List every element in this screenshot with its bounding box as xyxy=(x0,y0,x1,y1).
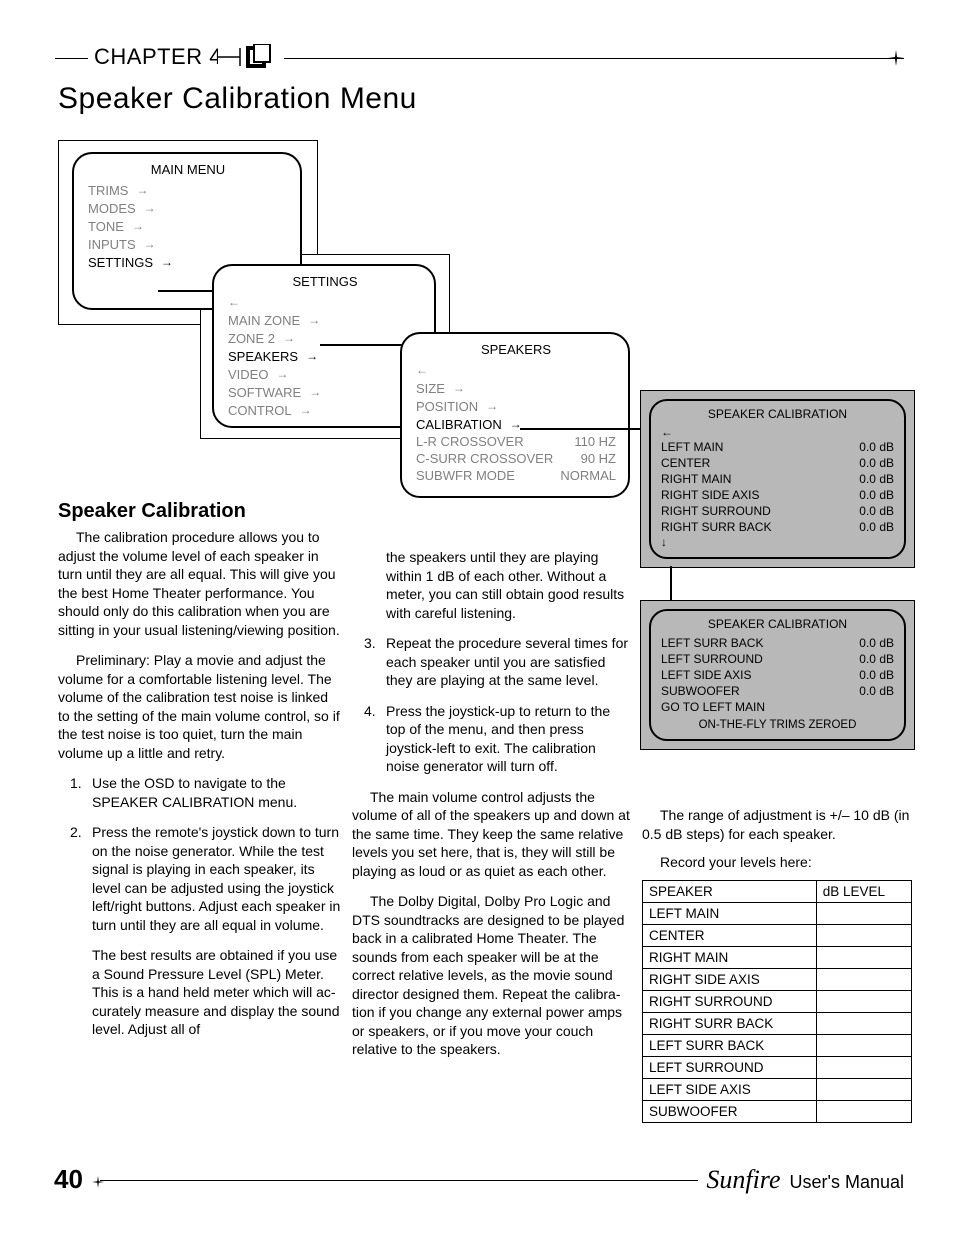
speakers-item[interactable]: C-SURR CROSSOVER90 HZ xyxy=(416,450,616,467)
arrow-right-icon xyxy=(302,347,318,365)
calibration-row[interactable]: RIGHT SURR BACK0.0 dB xyxy=(661,519,894,535)
calibration-row[interactable]: SUBWOOFER0.0 dB xyxy=(661,683,894,699)
body-step: 1.Use the OSD to navigate to the SPEAKER… xyxy=(92,774,341,811)
arrow-right-icon xyxy=(140,235,156,253)
levels-table: SPEAKER dB LEVEL LEFT MAIN CENTER RIGHT … xyxy=(642,880,912,1123)
chapter-label: CHAPTER 4 xyxy=(88,44,228,70)
calibration-row[interactable]: RIGHT MAIN0.0 dB xyxy=(661,471,894,487)
speakers-item[interactable]: L-R CROSSOVER110 HZ xyxy=(416,433,616,450)
settings-item[interactable]: CONTROL xyxy=(228,401,422,419)
speakers-back[interactable] xyxy=(416,361,616,379)
chapter-ornament xyxy=(218,44,284,70)
settings-item[interactable]: SOFTWARE xyxy=(228,383,422,401)
settings-back[interactable] xyxy=(228,293,422,311)
arrow-right-icon xyxy=(132,181,148,199)
arrow-right-icon xyxy=(128,217,144,235)
body-paragraph: The best results are obtained if you use… xyxy=(92,946,341,1039)
calibration-row[interactable]: LEFT MAIN0.0 dB xyxy=(661,439,894,455)
record-note: Record your levels here: xyxy=(642,853,912,872)
calibration-row[interactable]: GO TO LEFT MAIN xyxy=(661,699,894,715)
arrow-right-icon xyxy=(304,311,320,329)
arrow-right-icon xyxy=(305,383,321,401)
connector-line xyxy=(158,290,220,292)
arrow-left-icon xyxy=(228,293,244,311)
body-column-2: the speakers until they are playing with… xyxy=(352,548,632,1071)
arrow-left-icon xyxy=(661,425,677,439)
table-header: SPEAKER xyxy=(643,880,817,902)
main-menu-item[interactable]: TONE xyxy=(88,217,288,235)
calibration-title: SPEAKER CALIBRATION xyxy=(661,407,894,421)
table-row: LEFT SURR BACK xyxy=(643,1034,912,1056)
arrow-right-icon xyxy=(157,253,173,271)
body-paragraph: The Dolby Digital, Dolby Pro Logic and D… xyxy=(352,892,632,1059)
table-row: RIGHT SURROUND xyxy=(643,990,912,1012)
main-menu-title: MAIN MENU xyxy=(88,162,288,177)
calibration-row[interactable]: RIGHT SURROUND0.0 dB xyxy=(661,503,894,519)
connector-line xyxy=(670,566,672,600)
body-paragraph: the speakers until they are playing with… xyxy=(352,548,632,622)
brand-logo: Sunfire xyxy=(706,1165,784,1194)
page-title: Speaker Calibration Menu xyxy=(58,82,417,116)
main-menu-item[interactable]: TRIMS xyxy=(88,181,288,199)
settings-title: SETTINGS xyxy=(228,274,422,289)
connector-line xyxy=(520,428,646,430)
star-ornament-icon xyxy=(888,50,904,66)
manual-label: User's Manual xyxy=(790,1172,904,1192)
settings-item[interactable]: MAIN ZONE xyxy=(228,311,422,329)
arrow-right-icon xyxy=(272,365,288,383)
table-row: LEFT MAIN xyxy=(643,902,912,924)
footer-brand: Sunfire User's Manual xyxy=(698,1165,904,1195)
table-row: SUBWOOFER xyxy=(643,1100,912,1122)
star-ornament-icon xyxy=(92,1175,104,1187)
arrow-right-icon xyxy=(506,415,522,433)
speakers-item[interactable]: SUBWFR MODENORMAL xyxy=(416,467,616,484)
arrow-right-icon xyxy=(296,401,312,419)
table-header: dB LEVEL xyxy=(816,880,911,902)
body-column-1: The calibration procedure allows you to … xyxy=(58,528,341,1051)
settings-item[interactable]: VIDEO xyxy=(228,365,422,383)
main-menu-item[interactable]: INPUTS xyxy=(88,235,288,253)
calibration-panel-1: SPEAKER CALIBRATION LEFT MAIN0.0 dB CENT… xyxy=(640,390,915,568)
table-row: CENTER xyxy=(643,924,912,946)
speakers-item-calibration[interactable]: CALIBRATION xyxy=(416,415,616,433)
table-row: LEFT SURROUND xyxy=(643,1056,912,1078)
calibration-panel-2: SPEAKER CALIBRATION LEFT SURR BACK0.0 dB… xyxy=(640,600,915,750)
table-row: RIGHT SURR BACK xyxy=(643,1012,912,1034)
connector-line xyxy=(320,344,406,346)
speakers-title: SPEAKERS xyxy=(416,342,616,357)
calibration-row[interactable]: LEFT SURR BACK0.0 dB xyxy=(661,635,894,651)
main-menu-item[interactable]: MODES xyxy=(88,199,288,217)
calibration-row[interactable]: LEFT SIDE AXIS0.0 dB xyxy=(661,667,894,683)
speakers-item[interactable]: POSITION xyxy=(416,397,616,415)
page-number: 40 xyxy=(54,1164,89,1195)
calibration-row[interactable]: RIGHT SIDE AXIS0.0 dB xyxy=(661,487,894,503)
body-step: 4.Press the joystick-up to return to the… xyxy=(386,702,632,776)
arrow-right-icon xyxy=(482,397,498,415)
body-column-3: The range of adjustment is +/– 10 dB (in… xyxy=(642,806,912,1123)
range-note: The range of adjustment is +/– 10 dB (in… xyxy=(642,806,912,843)
arrow-right-icon xyxy=(279,329,295,347)
calibration-title: SPEAKER CALIBRATION xyxy=(661,617,894,631)
arrow-down-icon xyxy=(661,535,667,549)
arrow-right-icon xyxy=(449,379,465,397)
arrow-right-icon xyxy=(140,199,156,217)
settings-item-speakers[interactable]: SPEAKERS xyxy=(228,347,422,365)
table-row: LEFT SIDE AXIS xyxy=(643,1078,912,1100)
body-paragraph: The calibration procedure allows you to … xyxy=(58,528,341,639)
calibration-footer: ON-THE-FLY TRIMS ZEROED xyxy=(661,719,894,731)
calibration-row[interactable]: CENTER0.0 dB xyxy=(661,455,894,471)
body-paragraph: The main volume control adjusts the volu… xyxy=(352,788,632,881)
calibration-row[interactable]: LEFT SURROUND0.0 dB xyxy=(661,651,894,667)
arrow-left-icon xyxy=(416,361,432,379)
body-paragraph: Preliminary: Play a movie and adjust the… xyxy=(58,651,341,762)
speakers-screen: SPEAKERS SIZE POSITION CALIBRATION L-R C… xyxy=(400,332,630,498)
speakers-item[interactable]: SIZE xyxy=(416,379,616,397)
body-step: 2.Press the remote's joystick down to tu… xyxy=(92,823,341,1039)
table-header-row: SPEAKER dB LEVEL xyxy=(643,880,912,902)
section-heading: Speaker Calibration xyxy=(58,500,246,523)
table-row: RIGHT MAIN xyxy=(643,946,912,968)
table-row: RIGHT SIDE AXIS xyxy=(643,968,912,990)
body-step: 3.Repeat the procedure several times for… xyxy=(386,634,632,690)
